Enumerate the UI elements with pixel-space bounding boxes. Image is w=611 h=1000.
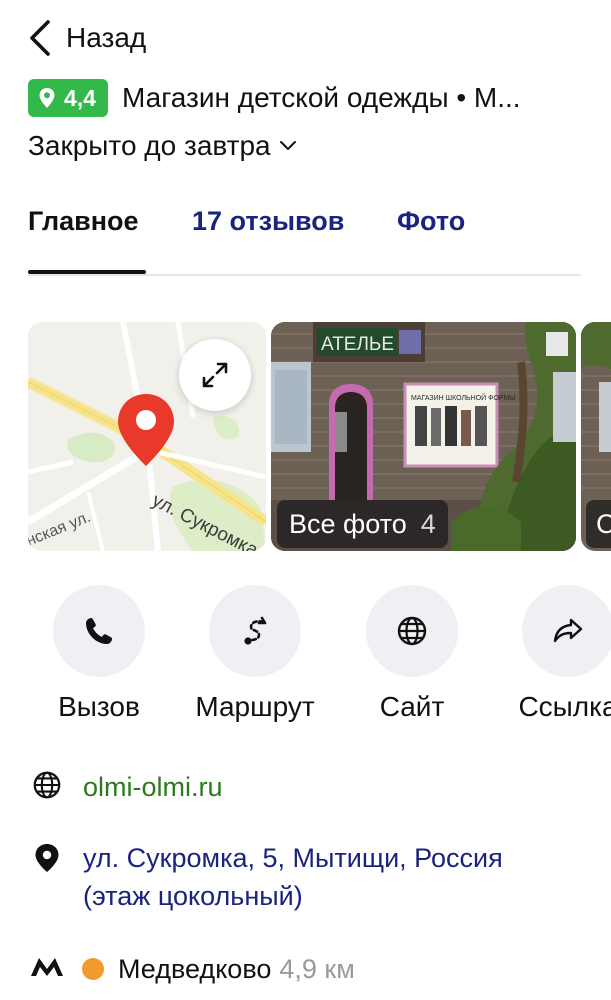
globe-icon bbox=[397, 616, 427, 646]
metro-distance: 4,9 км bbox=[279, 954, 355, 984]
metro-line-dot bbox=[82, 958, 104, 980]
map-preview[interactable]: ул. Сукромка нская ул. bbox=[28, 322, 266, 551]
share-icon bbox=[553, 618, 583, 643]
chevron-down-icon bbox=[279, 141, 296, 150]
place-header: 4,4 Магазин детской одежды • М... bbox=[28, 78, 588, 118]
globe-icon bbox=[30, 768, 64, 802]
top-bar: Назад bbox=[0, 0, 611, 76]
back-button[interactable]: Назад bbox=[26, 16, 146, 60]
tab-main[interactable]: Главное bbox=[28, 206, 139, 237]
route-button-circle[interactable] bbox=[209, 585, 301, 677]
place-title: Магазин детской одежды • М... bbox=[121, 82, 521, 113]
address-line-2: (этаж цокольный) bbox=[83, 881, 303, 911]
share-label: Ссылка bbox=[518, 691, 611, 722]
route-button[interactable]: Маршрут bbox=[175, 585, 335, 723]
all-photos-label: Все фото bbox=[289, 508, 407, 539]
phone-icon bbox=[86, 618, 112, 644]
share-button-circle[interactable] bbox=[522, 585, 611, 677]
tab-bar: Главное 17 отзывов Фото bbox=[28, 200, 581, 276]
website-label: Сайт bbox=[379, 691, 445, 722]
address-link[interactable]: ул. Сукромка, 5, Мытищи, Россия (этаж цо… bbox=[83, 839, 503, 915]
tab-reviews[interactable]: 17 отзывов bbox=[192, 206, 344, 237]
website-link[interactable]: olmi-olmi.ru bbox=[83, 768, 223, 806]
metro-row[interactable]: Медведково 4,9 км bbox=[30, 950, 355, 988]
route-icon bbox=[244, 616, 267, 645]
share-button[interactable]: Ссылка bbox=[488, 585, 611, 723]
photo-tile-all[interactable]: АТЕЛЬЕ МАГАЗИН ШКОЛЬНОЙ ФОРМЫ Все фото 4 bbox=[271, 322, 576, 551]
rating-value: 4,4 bbox=[64, 84, 96, 111]
address-line-1: ул. Сукромка, 5, Мытищи, Россия bbox=[83, 843, 503, 873]
expand-map-button[interactable] bbox=[179, 339, 251, 411]
shop-sign-text: АТЕЛЬЕ bbox=[321, 334, 394, 355]
address-row: ул. Сукромка, 5, Мытищи, Россия (этаж цо… bbox=[30, 839, 503, 915]
active-tab-indicator bbox=[28, 270, 146, 274]
back-label: Назад bbox=[66, 22, 147, 53]
website-row: olmi-olmi.ru bbox=[30, 768, 223, 806]
expand-icon bbox=[202, 362, 228, 388]
action-buttons: Вызов Маршрут Сайт Ссылка bbox=[0, 585, 611, 735]
route-label: Маршрут bbox=[195, 691, 315, 722]
hours-status: Закрыто до завтра bbox=[28, 130, 271, 161]
call-button-circle[interactable] bbox=[53, 585, 145, 677]
location-pin-icon bbox=[30, 841, 64, 875]
photo-tile-next[interactable]: С bbox=[581, 322, 611, 551]
next-photo-pill: С bbox=[586, 500, 611, 548]
map-pin-icon bbox=[118, 394, 174, 466]
website-button[interactable]: Сайт bbox=[332, 585, 492, 723]
location-pin-icon bbox=[39, 88, 55, 108]
website-button-circle[interactable] bbox=[366, 585, 458, 677]
metro-icon bbox=[30, 950, 64, 984]
next-photo-label: С bbox=[596, 508, 611, 539]
poster-heading: МАГАЗИН ШКОЛЬНОЙ ФОРМЫ bbox=[411, 393, 516, 402]
tab-photos[interactable]: Фото bbox=[397, 206, 465, 237]
call-button[interactable]: Вызов bbox=[19, 585, 179, 723]
metro-station-name: Медведково bbox=[118, 954, 272, 984]
rating-badge[interactable]: 4,4 bbox=[28, 79, 108, 117]
call-label: Вызов bbox=[58, 691, 140, 722]
media-carousel[interactable]: ул. Сукромка нская ул. АТЕЛЬЕ МАГАЗИН ШК… bbox=[28, 322, 611, 551]
all-photos-button[interactable]: Все фото 4 bbox=[277, 500, 448, 548]
hours-dropdown[interactable]: Закрыто до завтра bbox=[28, 128, 297, 164]
chevron-left-icon bbox=[30, 20, 50, 56]
photo-count: 4 bbox=[420, 508, 436, 539]
